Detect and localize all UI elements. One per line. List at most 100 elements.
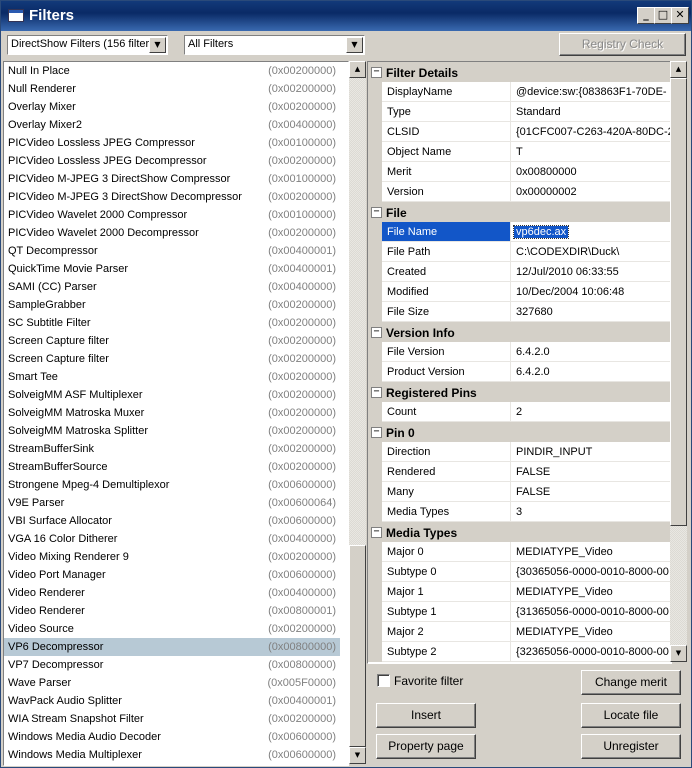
list-item[interactable]: VBI Surface Allocator (0x00600000) xyxy=(4,512,340,530)
property-value[interactable]: C:\CODEXDIR\Duck\ xyxy=(516,246,619,258)
category-combo[interactable]: DirectShow Filters (156 filters) ▼ xyxy=(7,35,168,55)
property-value[interactable]: MEDIATYPE_Video xyxy=(516,626,613,638)
property-row[interactable]: File Path C:\CODEXDIR\Duck\ xyxy=(368,242,671,262)
property-row[interactable]: CLSID {01CFC007-C263-420A-80DC-2 xyxy=(368,122,671,142)
property-value[interactable]: 0x00800000 xyxy=(516,166,577,178)
property-page-button[interactable]: Property page xyxy=(376,734,476,759)
collapse-icon[interactable]: − xyxy=(371,207,382,218)
property-row[interactable]: File Version 6.4.2.0 xyxy=(368,342,671,362)
filter-type-combo[interactable]: All Filters ▼ xyxy=(184,35,365,55)
insert-button[interactable]: Insert xyxy=(376,703,476,728)
list-item[interactable]: Video Renderer (0x00400000) xyxy=(4,584,340,602)
property-row[interactable]: Subtype 1 {31365056-0000-0010-8000-00 xyxy=(368,602,671,622)
list-item[interactable]: Null In Place (0x00200000) xyxy=(4,62,340,80)
collapse-icon[interactable]: − xyxy=(371,67,382,78)
property-value[interactable]: 2 xyxy=(516,406,522,418)
list-item[interactable]: PICVideo Lossless JPEG Compressor (0x0010… xyxy=(4,134,340,152)
property-value[interactable]: 12/Jul/2010 06:33:55 xyxy=(516,266,619,278)
property-grid[interactable]: − Filter Details DisplayName @device:sw:{08… xyxy=(367,61,672,664)
property-value[interactable]: 0x00000002 xyxy=(516,186,577,198)
scroll-up-icon[interactable]: ▲ xyxy=(670,61,687,78)
unregister-button[interactable]: Unregister xyxy=(581,734,681,759)
list-item[interactable]: SolveigMM Matroska Splitter (0x00200000) xyxy=(4,422,340,440)
property-row[interactable]: Media Types 3 xyxy=(368,502,671,522)
list-item[interactable]: Strongene Mpeg-4 Demultiplexor (0x0060000… xyxy=(4,476,340,494)
title-bar[interactable]: Filters _ □ ✕ xyxy=(1,1,691,31)
property-value[interactable]: 327680 xyxy=(516,306,553,318)
property-value[interactable]: PINDIR_INPUT xyxy=(516,446,592,458)
property-value[interactable]: FALSE xyxy=(516,486,550,498)
filter-list[interactable]: Null In Place (0x00200000) Null Renderer (0… xyxy=(3,61,349,766)
list-item[interactable]: PICVideo Lossless JPEG Decompressor (0x00… xyxy=(4,152,340,170)
property-category[interactable]: − Registered Pins xyxy=(368,382,671,402)
minimize-icon[interactable]: _ xyxy=(637,7,655,24)
list-item[interactable]: Screen Capture filter (0x00200000) xyxy=(4,332,340,350)
property-grid-scrollbar[interactable]: ▲ ▼ xyxy=(670,61,687,662)
collapse-icon[interactable]: − xyxy=(371,427,382,438)
property-value[interactable]: {32365056-0000-0010-8000-00 xyxy=(516,646,669,658)
list-item[interactable]: Video Source (0x00200000) xyxy=(4,620,340,638)
property-category[interactable]: − Filter Details xyxy=(368,62,671,82)
property-value[interactable]: T xyxy=(516,146,523,158)
change-merit-button[interactable]: Change merit xyxy=(581,670,681,695)
list-item[interactable]: Smart Tee (0x00200000) xyxy=(4,368,340,386)
list-item[interactable]: Windows Media Audio Decoder (0x00600000) xyxy=(4,728,340,746)
property-row[interactable]: Direction PINDIR_INPUT xyxy=(368,442,671,462)
collapse-icon[interactable]: − xyxy=(371,327,382,338)
property-value[interactable]: 10/Dec/2004 10:06:48 xyxy=(516,286,624,298)
list-item[interactable]: WIA Stream Snapshot Filter (0x00200000) xyxy=(4,710,340,728)
list-item[interactable]: PICVideo Wavelet 2000 Compressor (0x00100… xyxy=(4,206,340,224)
maximize-icon[interactable]: □ xyxy=(654,7,672,24)
collapse-icon[interactable]: − xyxy=(371,527,382,538)
list-item[interactable]: Video Renderer (0x00800001) xyxy=(4,602,340,620)
list-item[interactable]: VP7 Decompressor (0x00800000) xyxy=(4,656,340,674)
property-category[interactable]: − Media Types xyxy=(368,522,671,542)
list-item[interactable]: SC Subtitle Filter (0x00200000) xyxy=(4,314,340,332)
list-item[interactable]: SampleGrabber (0x00200000) xyxy=(4,296,340,314)
list-item[interactable]: Overlay Mixer (0x00200000) xyxy=(4,98,340,116)
property-row[interactable]: Many FALSE xyxy=(368,482,671,502)
property-value[interactable]: 6.4.2.0 xyxy=(516,346,550,358)
list-item[interactable]: SAMI (CC) Parser (0x00400000) xyxy=(4,278,340,296)
collapse-icon[interactable]: − xyxy=(371,387,382,398)
property-value[interactable]: 6.4.2.0 xyxy=(516,366,550,378)
list-item[interactable]: Video Port Manager (0x00600000) xyxy=(4,566,340,584)
property-row[interactable]: Object Name T xyxy=(368,142,671,162)
list-item[interactable]: QT Decompressor (0x00400001) xyxy=(4,242,340,260)
property-value[interactable]: MEDIATYPE_Video xyxy=(516,586,613,598)
property-row[interactable]: Major 1 MEDIATYPE_Video xyxy=(368,582,671,602)
property-value[interactable]: MEDIATYPE_Video xyxy=(516,546,613,558)
list-item[interactable]: Screen Capture filter (0x00200000) xyxy=(4,350,340,368)
property-value[interactable]: {31365056-0000-0010-8000-00 xyxy=(516,606,669,618)
property-row[interactable]: Product Version 6.4.2.0 xyxy=(368,362,671,382)
property-category[interactable]: − Version Info xyxy=(368,322,671,342)
list-item[interactable]: SolveigMM ASF Multiplexer (0x00200000) xyxy=(4,386,340,404)
property-value[interactable]: @device:sw:{083863F1-70DE- xyxy=(516,86,667,98)
list-item[interactable]: PICVideo Wavelet 2000 Decompressor (0x002… xyxy=(4,224,340,242)
property-row[interactable]: Merit 0x00800000 xyxy=(368,162,671,182)
property-category[interactable]: − File xyxy=(368,202,671,222)
property-row[interactable]: File Size 327680 xyxy=(368,302,671,322)
property-category[interactable]: − Pin 0 xyxy=(368,422,671,442)
property-row[interactable]: Version 0x00000002 xyxy=(368,182,671,202)
property-value[interactable]: 3 xyxy=(516,506,522,518)
list-item[interactable]: Wave Parser (0x005F0000) xyxy=(4,674,340,692)
property-row[interactable]: DisplayName @device:sw:{083863F1-70DE- xyxy=(368,82,671,102)
property-value[interactable]: Standard xyxy=(516,106,561,118)
chevron-down-icon[interactable]: ▼ xyxy=(149,37,166,53)
property-row[interactable]: Count 2 xyxy=(368,402,671,422)
property-row[interactable]: Type Standard xyxy=(368,102,671,122)
property-row[interactable]: Major 0 MEDIATYPE_Video xyxy=(368,542,671,562)
scroll-thumb[interactable] xyxy=(670,78,687,526)
list-item[interactable]: SolveigMM Matroska Muxer (0x00200000) xyxy=(4,404,340,422)
registry-check-button[interactable]: Registry Check xyxy=(559,33,686,56)
list-item[interactable]: VP6 Decompressor (0x00800000) xyxy=(4,638,340,656)
property-row[interactable]: Rendered FALSE xyxy=(368,462,671,482)
scroll-up-icon[interactable]: ▲ xyxy=(349,61,366,78)
property-value[interactable]: {30365056-0000-0010-8000-00 xyxy=(516,566,669,578)
list-item[interactable]: Windows Media Multiplexer (0x00600000) xyxy=(4,746,340,764)
scroll-down-icon[interactable]: ▼ xyxy=(670,645,687,662)
list-item[interactable]: Null Renderer (0x00200000) xyxy=(4,80,340,98)
property-row[interactable]: Subtype 2 {32365056-0000-0010-8000-00 xyxy=(368,642,671,662)
list-item[interactable]: StreamBufferSource (0x00200000) xyxy=(4,458,340,476)
